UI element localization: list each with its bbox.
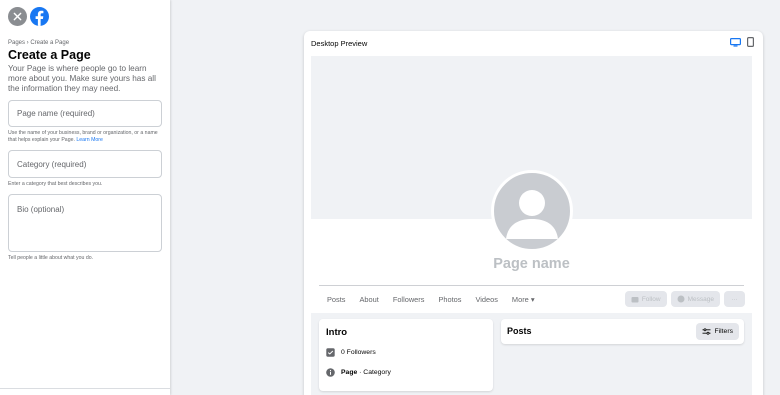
- tab-photos[interactable]: Photos: [438, 295, 461, 304]
- follow-icon: [631, 296, 639, 302]
- tab-about[interactable]: About: [359, 295, 378, 304]
- bio-hint: Tell people a little about what you do.: [8, 255, 94, 261]
- category-placeholder: Category (required): [17, 159, 87, 169]
- page-description: Your Page is where people go to learn mo…: [8, 64, 156, 93]
- preview-title: Desktop Preview: [311, 39, 368, 48]
- preview-page-name: Page name: [493, 256, 570, 272]
- sidebar-divider: [0, 388, 170, 389]
- messenger-icon: [677, 295, 685, 303]
- filters-label: Filters: [714, 328, 733, 335]
- followers-count: 0 Followers: [341, 349, 376, 356]
- avatar-placeholder-icon: [506, 190, 558, 239]
- page-name-placeholder: Page name (required): [17, 109, 95, 118]
- follow-label: Follow: [641, 295, 661, 303]
- message-button[interactable]: Message: [670, 291, 720, 307]
- tab-more[interactable]: More ▾: [512, 295, 535, 304]
- device-toggle: [730, 37, 754, 47]
- page-name-hint: Use the name of your business, brand or …: [8, 130, 163, 144]
- category-input[interactable]: Category (required): [8, 150, 162, 178]
- page-preview: Page name Posts About Followers Photos V…: [311, 56, 752, 395]
- more-options-button[interactable]: ···: [724, 291, 745, 307]
- posts-card: Posts Filters: [501, 319, 744, 344]
- info-icon: [326, 368, 335, 377]
- category-text: · Category: [357, 369, 391, 376]
- sidebar-topbar: [8, 7, 49, 26]
- close-icon: [13, 12, 22, 21]
- profile-tabs: Posts About Followers Photos Videos More…: [327, 295, 549, 304]
- filters-icon: [702, 328, 711, 335]
- bio-placeholder: Bio (optional): [17, 205, 65, 214]
- followers-icon: [326, 348, 335, 357]
- followers-row: 0 Followers: [326, 348, 376, 357]
- bio-textarea[interactable]: Bio (optional): [8, 194, 162, 252]
- tabs-divider: [319, 285, 744, 286]
- breadcrumb: Pages › Create a Page: [8, 40, 70, 46]
- posts-title: Posts: [507, 326, 532, 336]
- profile-avatar: [491, 170, 573, 252]
- page-name-input[interactable]: Page name (required): [8, 100, 162, 127]
- filters-button[interactable]: Filters: [696, 323, 739, 340]
- learn-more-link[interactable]: Learn More: [76, 137, 103, 143]
- tab-posts[interactable]: Posts: [327, 295, 345, 304]
- message-label: Message: [687, 295, 714, 303]
- desktop-icon[interactable]: [730, 37, 741, 47]
- page-label: Page: [341, 369, 358, 376]
- create-page-sidebar: Pages › Create a Page Create a Page Your…: [0, 0, 170, 395]
- tab-followers[interactable]: Followers: [393, 295, 425, 304]
- follow-button[interactable]: Follow: [624, 291, 667, 307]
- category-row: Page · Category: [326, 368, 391, 377]
- intro-card: Intro 0 Followers Page · Category: [319, 319, 493, 391]
- facebook-logo-icon[interactable]: [30, 7, 49, 26]
- category-hint: Enter a category that best describes you…: [8, 181, 103, 187]
- tab-videos[interactable]: Videos: [475, 295, 497, 304]
- page-title: Create a Page: [8, 48, 91, 62]
- mobile-icon[interactable]: [747, 37, 754, 47]
- more-options-icon: ···: [731, 295, 738, 303]
- desktop-preview-card: Desktop Preview Page name Posts About Fo…: [304, 31, 763, 395]
- intro-title: Intro: [326, 327, 348, 338]
- profile-actions: Follow Message ···: [624, 291, 745, 307]
- close-button[interactable]: [8, 7, 27, 26]
